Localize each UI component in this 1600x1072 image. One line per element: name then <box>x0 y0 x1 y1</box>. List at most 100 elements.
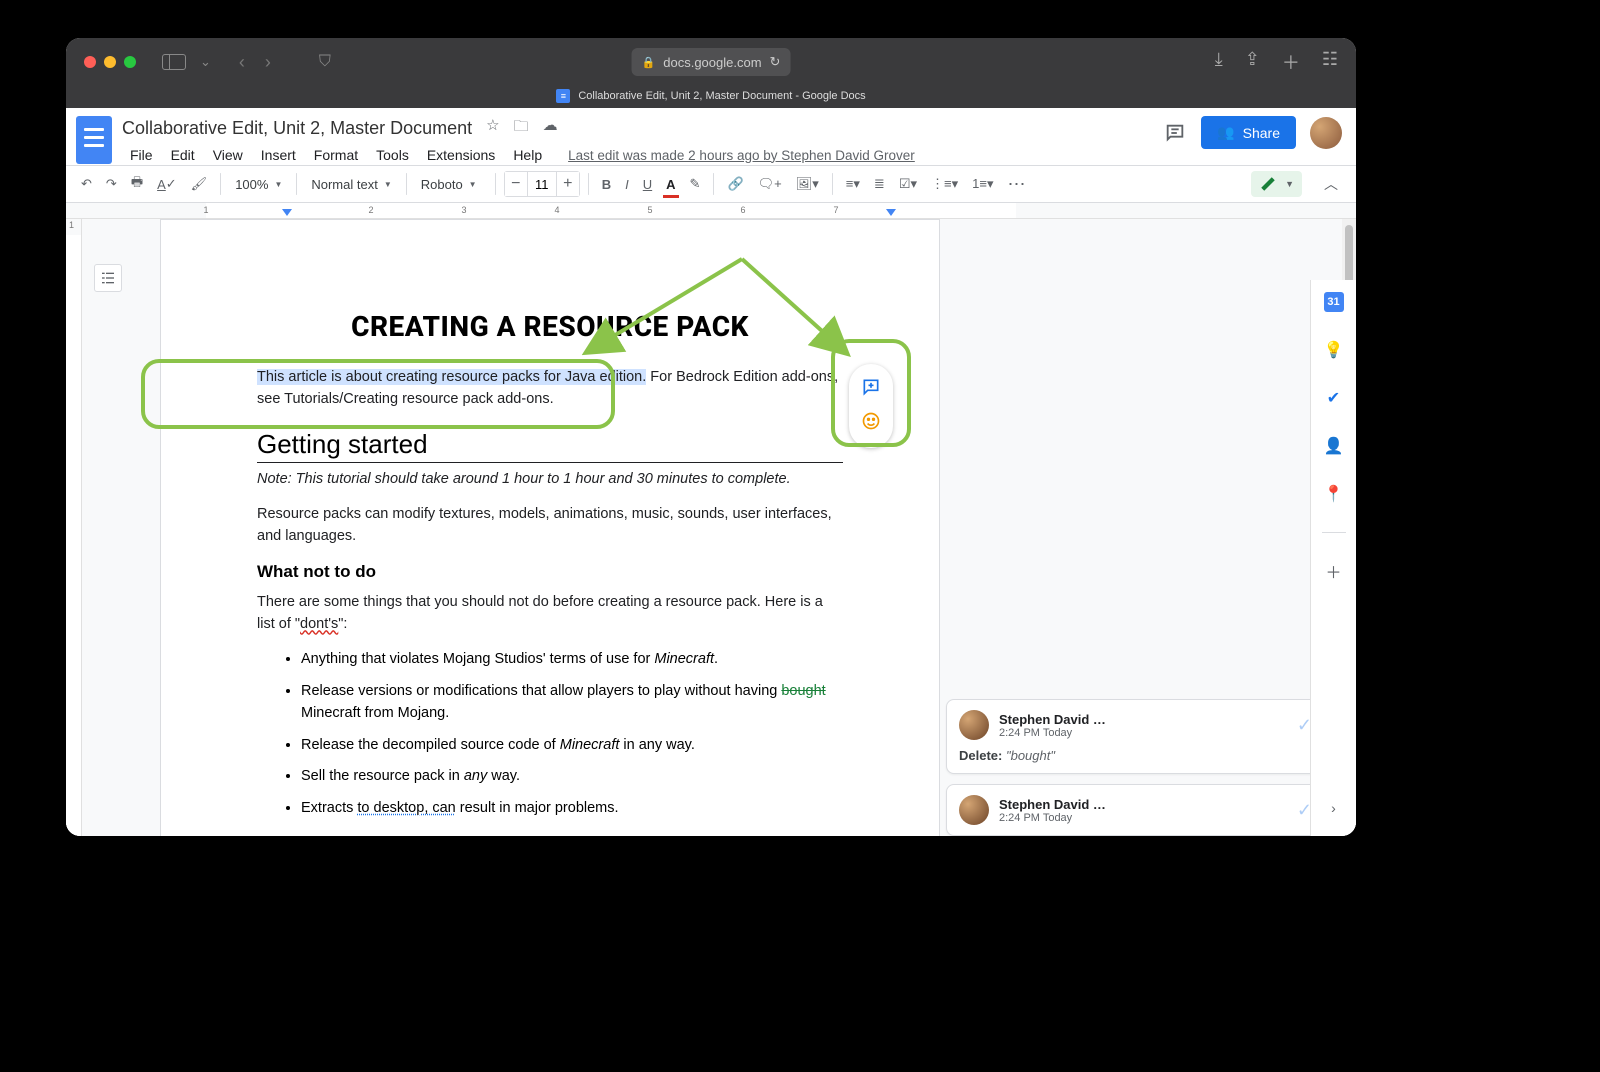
add-comment-icon[interactable] <box>861 377 881 402</box>
separator <box>220 173 221 195</box>
page[interactable]: CREATING A RESOURCE PACK This article is… <box>160 219 940 836</box>
keep-icon[interactable]: 💡 <box>1324 340 1344 360</box>
close-window[interactable] <box>84 56 96 68</box>
downloads-icon[interactable]: ⤓ <box>1215 49 1223 75</box>
menu-edit[interactable]: Edit <box>163 145 203 165</box>
calendar-icon[interactable]: 31 <box>1324 292 1344 312</box>
print-button[interactable]: 🖶 <box>126 169 148 199</box>
tasks-icon[interactable]: ✔ <box>1324 388 1344 408</box>
cloud-status-icon[interactable]: ☁ <box>543 116 558 141</box>
zoom-window[interactable] <box>124 56 136 68</box>
chevron-down-icon[interactable]: ⌄ <box>200 54 211 70</box>
share-lock-icon: 👥 <box>1217 124 1234 141</box>
list-item: Release the decompiled source code of Mi… <box>301 735 843 757</box>
scrollbar-thumb[interactable] <box>1345 225 1353 285</box>
line-spacing-button[interactable]: ≣ <box>869 172 890 196</box>
account-avatar[interactable] <box>1310 117 1342 149</box>
address-bar[interactable]: 🔒 docs.google.com ↻ <box>632 48 791 76</box>
doc-note: Note: This tutorial should take around 1… <box>257 469 843 491</box>
font-size-input[interactable] <box>527 172 557 196</box>
bulleted-list-button[interactable]: ⋮≡▾ <box>926 172 963 196</box>
underline-button[interactable]: U <box>638 173 657 196</box>
privacy-shield-icon[interactable]: ⛉ <box>319 53 331 71</box>
menu-help[interactable]: Help <box>505 145 550 165</box>
emoji-reaction-icon[interactable] <box>861 411 881 436</box>
list-item: Release versions or modifications that a… <box>301 681 843 725</box>
ruler-tick: 2 <box>368 205 373 215</box>
minimize-window[interactable] <box>104 56 116 68</box>
ruler-tick: 7 <box>833 205 838 215</box>
font-size-increase[interactable]: + <box>557 172 579 196</box>
commenter-name: Stephen David Gr… <box>999 712 1109 727</box>
indent-marker-left[interactable] <box>282 209 292 216</box>
menu-bar: File Edit View Insert Format Tools Exten… <box>122 145 923 165</box>
title-block: Collaborative Edit, Unit 2, Master Docum… <box>122 116 923 165</box>
collapse-toolbar-button[interactable]: ︿ <box>1316 170 1346 198</box>
font-select[interactable]: Roboto▼ <box>415 173 487 196</box>
separator <box>296 173 297 195</box>
highlight-color-button[interactable]: ✎ <box>685 172 706 196</box>
add-comment-button[interactable]: 🗨+ <box>753 172 787 196</box>
menu-tools[interactable]: Tools <box>368 145 417 165</box>
more-options-button[interactable]: ⋯ <box>1002 170 1032 199</box>
undo-button[interactable]: ↶ <box>76 172 97 196</box>
editing-mode-select[interactable]: ▼ <box>1251 171 1302 197</box>
horizontal-ruler[interactable]: 1 2 3 4 5 6 7 <box>66 203 1356 219</box>
doc-p1: Resource packs can modify textures, mode… <box>257 504 843 548</box>
paint-format-button[interactable]: 🖌 <box>186 172 213 196</box>
share-icon[interactable]: ⇪ <box>1245 49 1260 75</box>
menu-insert[interactable]: Insert <box>253 145 304 165</box>
contacts-icon[interactable]: 👤 <box>1324 436 1344 456</box>
browser-toolbar-right: ⤓ ⇪ ＋ ☷ <box>1215 49 1338 75</box>
insert-image-button[interactable]: 🖼▾ <box>791 172 824 196</box>
redo-button[interactable]: ↷ <box>101 172 122 196</box>
doc-h3: What not to do <box>257 562 843 582</box>
tabs-icon[interactable]: ☷ <box>1322 49 1338 75</box>
new-tab-icon[interactable]: ＋ <box>1282 49 1300 75</box>
ruler-tick: 4 <box>554 205 559 215</box>
maps-icon[interactable]: 📍 <box>1324 484 1344 504</box>
style-select[interactable]: Normal text▼ <box>305 173 397 196</box>
star-icon[interactable]: ☆ <box>486 116 499 141</box>
bold-button[interactable]: B <box>597 173 616 196</box>
document-title[interactable]: Collaborative Edit, Unit 2, Master Docum… <box>122 118 472 139</box>
suggestion-card[interactable]: Stephen David Gr… 2:24 PM Today ✓ ✕ Dele… <box>946 699 1350 774</box>
commenter-avatar <box>959 795 989 825</box>
menu-extensions[interactable]: Extensions <box>419 145 503 165</box>
formatting-toolbar: ↶ ↷ 🖶 A✓ 🖌 100%▼ Normal text▼ Roboto▼ − … <box>66 165 1356 203</box>
share-button[interactable]: 👥 Share <box>1201 116 1296 149</box>
menu-format[interactable]: Format <box>306 145 366 165</box>
title-row: Collaborative Edit, Unit 2, Master Docum… <box>122 116 923 141</box>
doc-h1: CREATING A RESOURCE PACK <box>257 310 843 343</box>
spellcheck-button[interactable]: A✓ <box>152 172 182 196</box>
text-color-button[interactable]: A <box>661 173 680 196</box>
align-button[interactable]: ≡▾ <box>841 172 865 196</box>
get-addons-icon[interactable]: ＋ <box>1324 561 1344 581</box>
back-button[interactable]: ‹ <box>239 52 245 73</box>
hide-side-panel-icon[interactable]: › <box>1331 800 1336 816</box>
menu-file[interactable]: File <box>122 145 161 165</box>
document-canvas[interactable]: CREATING A RESOURCE PACK This article is… <box>82 219 1356 836</box>
refresh-icon[interactable]: ↻ <box>770 54 781 70</box>
sidebar-toggle-icon[interactable] <box>162 54 186 70</box>
separator <box>495 173 496 195</box>
menu-view[interactable]: View <box>205 145 251 165</box>
doc-list: Anything that violates Mojang Studios' t… <box>257 649 843 820</box>
move-icon[interactable]: 🗀 <box>514 116 529 141</box>
checklist-button[interactable]: ☑▾ <box>894 172 922 196</box>
numbered-list-button[interactable]: 1≡▾ <box>967 172 998 196</box>
font-size-decrease[interactable]: − <box>505 172 527 196</box>
zoom-select[interactable]: 100%▼ <box>229 173 288 196</box>
insert-link-button[interactable]: 🔗 <box>722 172 748 196</box>
vertical-ruler[interactable]: 1 <box>66 219 82 836</box>
open-comments-icon[interactable] <box>1163 121 1187 145</box>
italic-button[interactable]: I <box>620 173 634 196</box>
docs-logo-icon[interactable] <box>76 116 112 164</box>
ruler-tick: 5 <box>647 205 652 215</box>
url-host: docs.google.com <box>663 55 761 70</box>
last-edit-link[interactable]: Last edit was made 2 hours ago by Stephe… <box>560 146 923 165</box>
tab-title[interactable]: Collaborative Edit, Unit 2, Master Docum… <box>578 90 865 102</box>
suggestion-card[interactable]: 🔖 Stephen David Gr… 2:24 PM Today ✓ ✕ <box>946 784 1350 836</box>
indent-marker-right[interactable] <box>886 209 896 216</box>
forward-button[interactable]: › <box>265 52 271 73</box>
